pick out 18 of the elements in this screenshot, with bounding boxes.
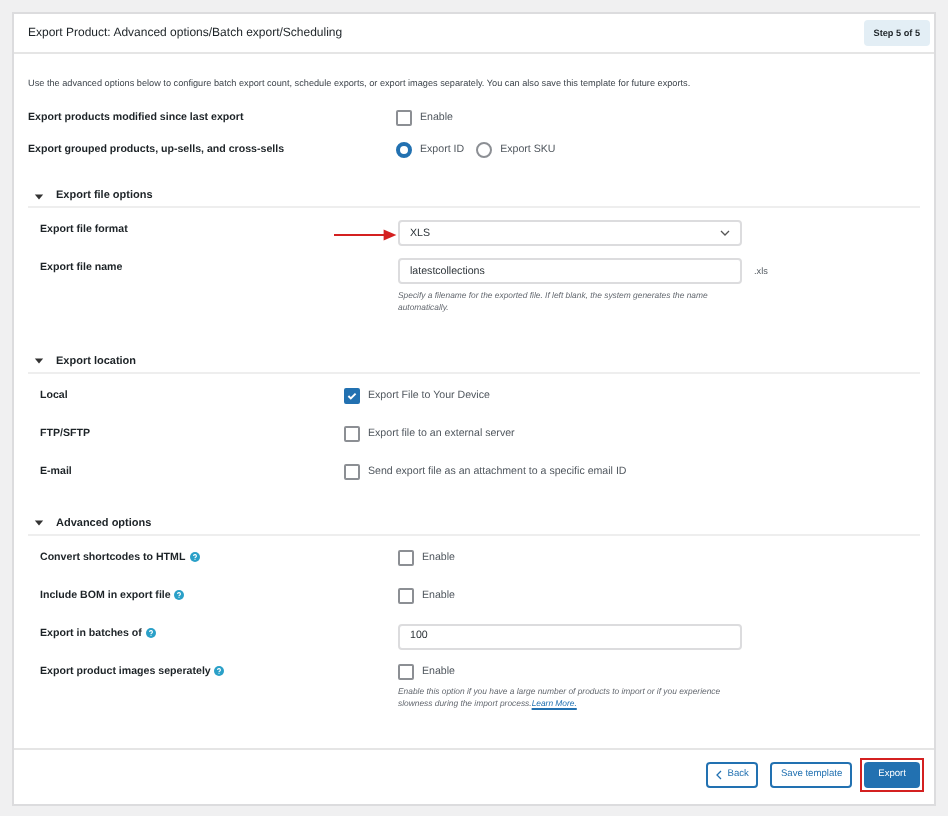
collapse-icon[interactable] — [34, 518, 44, 529]
checkbox[interactable] — [344, 387, 360, 404]
checkbox[interactable] — [398, 663, 414, 680]
checkbox[interactable] — [344, 425, 360, 442]
help-icon[interactable] — [174, 590, 185, 601]
help-icon[interactable] — [214, 666, 225, 677]
checkbox[interactable] — [344, 463, 360, 480]
collapse-icon[interactable] — [34, 356, 44, 367]
checkbox[interactable] — [398, 549, 414, 566]
radio-button[interactable] — [396, 142, 412, 158]
checkbox[interactable] — [398, 587, 414, 604]
chevron-down-icon — [720, 230, 730, 236]
collapse-icon[interactable] — [34, 191, 44, 201]
checkbox[interactable] — [396, 110, 412, 126]
help-icon[interactable] — [145, 628, 156, 639]
help-icon[interactable] — [189, 552, 200, 563]
radio-button[interactable] — [476, 142, 493, 158]
chevron-left-icon — [715, 770, 722, 780]
